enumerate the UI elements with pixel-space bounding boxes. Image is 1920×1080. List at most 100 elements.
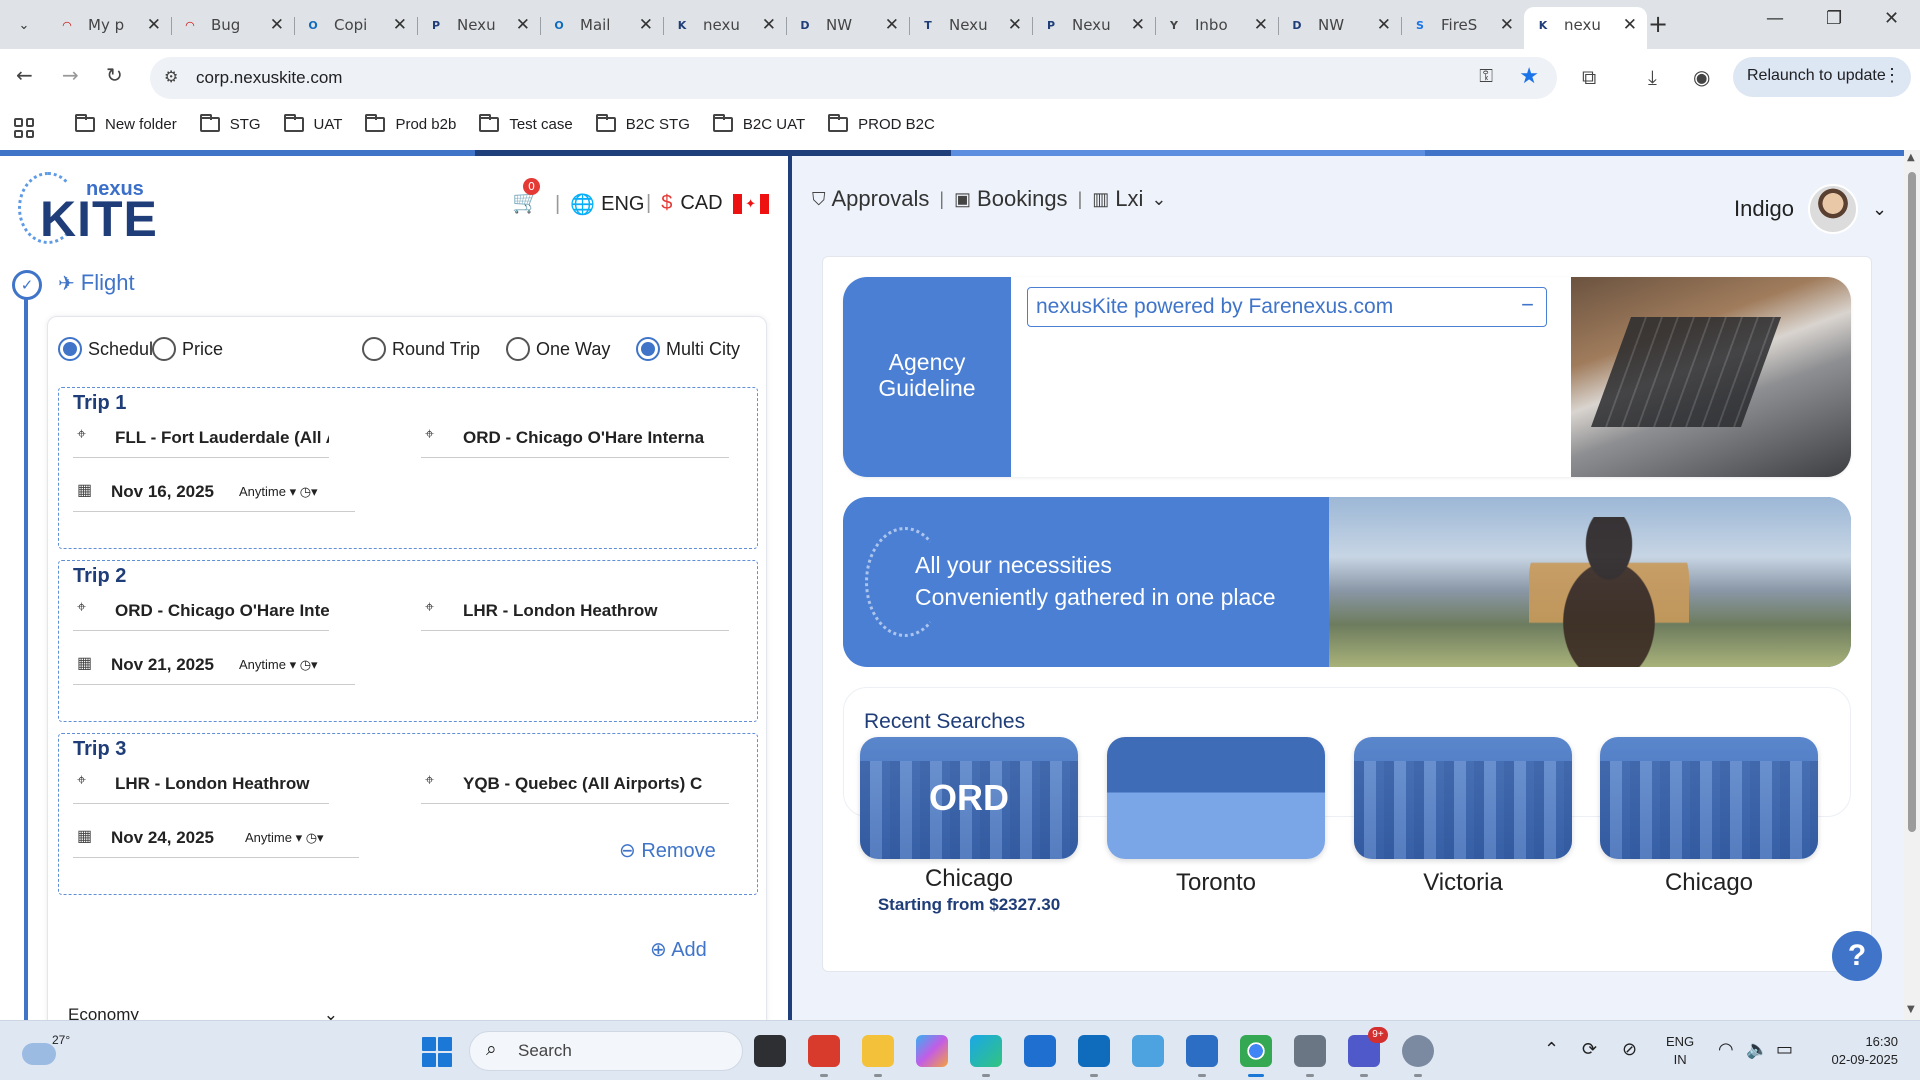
wifi-icon[interactable]: ◠ bbox=[1718, 1039, 1734, 1060]
bookmark-folder[interactable]: PROD B2C bbox=[828, 114, 935, 133]
destination-field[interactable]: ⌖ ORD - Chicago O'Hare Interna bbox=[421, 418, 729, 458]
notepad-icon[interactable] bbox=[1186, 1035, 1218, 1077]
weather-widget[interactable]: 27° bbox=[22, 1033, 70, 1065]
bookmark-folder[interactable]: Test case bbox=[479, 114, 573, 133]
store-icon[interactable] bbox=[1024, 1035, 1056, 1067]
network-tool-icon[interactable] bbox=[1132, 1035, 1164, 1067]
close-tab-icon[interactable]: ✕ bbox=[516, 15, 530, 35]
edge-icon[interactable] bbox=[970, 1035, 1002, 1077]
nav-bookings[interactable]: ▣ Bookings bbox=[954, 186, 1068, 212]
close-tab-icon[interactable]: ✕ bbox=[639, 15, 653, 35]
url-text[interactable]: corp.nexuskite.com bbox=[196, 68, 342, 88]
profile-icon[interactable]: ◉ bbox=[1693, 65, 1710, 89]
file-explorer-icon[interactable] bbox=[862, 1035, 894, 1077]
close-tab-icon[interactable]: ✕ bbox=[147, 15, 161, 35]
start-button[interactable] bbox=[422, 1037, 452, 1067]
remove-trip-button[interactable]: ⊖ Remove bbox=[619, 838, 716, 863]
scroll-up-icon[interactable]: ▲ bbox=[1907, 152, 1915, 163]
bookmark-folder[interactable]: B2C UAT bbox=[712, 114, 805, 133]
close-tab-icon[interactable]: ✕ bbox=[393, 15, 407, 35]
close-tab-icon[interactable]: ✕ bbox=[1500, 15, 1514, 35]
destination-field[interactable]: ⌖ YQB - Quebec (All Airports) C bbox=[421, 764, 729, 804]
password-key-icon[interactable]: ⚿ bbox=[1479, 66, 1493, 87]
origin-field[interactable]: ⌖ FLL - Fort Lauderdale (All Airp bbox=[73, 418, 329, 458]
browser-tab[interactable]: D NW ✕ bbox=[1278, 7, 1401, 43]
mode-price-radio[interactable]: Price bbox=[152, 337, 223, 361]
close-tab-icon[interactable]: ✕ bbox=[885, 15, 899, 35]
close-tab-icon[interactable]: ✕ bbox=[270, 15, 284, 35]
site-info-icon[interactable]: ⚙ bbox=[164, 67, 178, 86]
browser-tab[interactable]: P Nexu ✕ bbox=[417, 7, 540, 43]
nav-lxi[interactable]: ▥ Lxi ⌄ bbox=[1092, 186, 1166, 212]
maximize-button[interactable]: ❐ bbox=[1826, 8, 1842, 29]
sync-icon[interactable]: ⟳ bbox=[1582, 1039, 1597, 1060]
close-tab-icon[interactable]: ✕ bbox=[1377, 15, 1391, 35]
cabin-class-select[interactable]: Economy ⌄ bbox=[68, 1005, 338, 1020]
browser-tab[interactable]: Knexu ✕ bbox=[1524, 7, 1647, 49]
time-selector[interactable]: Anytime ▾ ◷▾ bbox=[239, 657, 318, 673]
system-clock[interactable]: 16:30 02-09-2025 bbox=[1818, 1033, 1899, 1069]
mode-schedule-radio[interactable]: Schedule bbox=[58, 337, 163, 361]
battery-icon[interactable]: ▭ bbox=[1776, 1039, 1793, 1060]
close-tab-icon[interactable]: ✕ bbox=[1254, 15, 1268, 35]
one-way-radio[interactable]: One Way bbox=[506, 337, 610, 361]
recent-search-card[interactable]: Chicago bbox=[1600, 737, 1818, 897]
extensions-icon[interactable]: ⧉ bbox=[1582, 65, 1596, 89]
page-scrollbar[interactable]: ▲ ▼ bbox=[1904, 150, 1920, 1020]
taskbar-search[interactable]: ⌕ Search bbox=[469, 1031, 743, 1071]
browser-tab[interactable]: ◠ My p ✕ bbox=[48, 7, 171, 43]
nexuskite-logo[interactable]: nexus KITE bbox=[18, 172, 158, 247]
browser-tab[interactable]: O Mail ✕ bbox=[540, 7, 663, 43]
collapse-icon[interactable]: − bbox=[1521, 292, 1534, 318]
task-view-icon[interactable] bbox=[754, 1035, 786, 1067]
multi-city-radio[interactable]: Multi City bbox=[636, 337, 740, 361]
browser-tab[interactable]: O Copi ✕ bbox=[294, 7, 417, 43]
time-selector[interactable]: Anytime ▾ ◷▾ bbox=[245, 830, 324, 846]
scroll-thumb[interactable] bbox=[1908, 172, 1916, 832]
volume-icon[interactable]: 🔈 bbox=[1746, 1039, 1768, 1060]
browser-tab[interactable]: S FireS ✕ bbox=[1401, 7, 1524, 43]
menu-dots-icon[interactable]: ⋮ bbox=[1883, 65, 1901, 86]
address-bar[interactable]: ⚙ corp.nexuskite.com ⚿ ★ bbox=[150, 57, 1557, 99]
bookmark-folder[interactable]: B2C STG bbox=[595, 114, 690, 133]
chevron-up-icon[interactable]: ⌃ bbox=[1544, 1039, 1559, 1060]
close-tab-icon[interactable]: ✕ bbox=[1131, 15, 1145, 35]
tab-search-button[interactable]: ⌄ bbox=[8, 10, 40, 40]
browser-tab[interactable]: P Nexu ✕ bbox=[1032, 7, 1155, 43]
bookmark-folder[interactable]: UAT bbox=[283, 114, 342, 133]
relaunch-button[interactable]: Relaunch to update ⋮ bbox=[1733, 57, 1911, 97]
recent-search-card[interactable]: Victoria bbox=[1354, 737, 1572, 897]
origin-field[interactable]: ⌖ LHR - London Heathrow bbox=[73, 764, 329, 804]
scroll-down-icon[interactable]: ▼ bbox=[1907, 1004, 1915, 1015]
language-selector[interactable]: | 🌐 ENG bbox=[555, 192, 644, 217]
recent-search-card[interactable]: ORD Chicago Starting from $2327.30 bbox=[860, 737, 1078, 915]
input-language-indicator[interactable]: ENG IN bbox=[1666, 1033, 1694, 1069]
minimize-button[interactable]: — bbox=[1766, 8, 1784, 29]
network-off-icon[interactable]: ⊘ bbox=[1622, 1039, 1637, 1060]
copilot-icon[interactable] bbox=[916, 1035, 948, 1067]
teams-icon[interactable]: 9+ bbox=[1348, 1027, 1388, 1077]
browser-tab[interactable]: T Nexu ✕ bbox=[909, 7, 1032, 43]
browser-tab[interactable]: ◠ Bug ✕ bbox=[171, 7, 294, 43]
close-tab-icon[interactable]: ✕ bbox=[1008, 15, 1022, 35]
close-window-button[interactable]: ✕ bbox=[1884, 8, 1899, 29]
help-button[interactable]: ? bbox=[1832, 931, 1882, 981]
browser-tab[interactable]: D NW ✕ bbox=[786, 7, 909, 43]
close-tab-icon[interactable]: ✕ bbox=[1623, 15, 1637, 35]
settings-icon[interactable] bbox=[1402, 1035, 1434, 1077]
forward-button[interactable]: → bbox=[62, 63, 79, 87]
wps-office-icon[interactable] bbox=[808, 1035, 840, 1077]
bookmark-folder[interactable]: Prod b2b bbox=[365, 114, 456, 133]
download-icon[interactable]: ⤓ bbox=[1648, 65, 1657, 89]
round-trip-radio[interactable]: Round Trip bbox=[362, 337, 480, 361]
nav-approvals[interactable]: ⛉ Approvals bbox=[812, 186, 929, 212]
reload-button[interactable]: ↻ bbox=[106, 63, 123, 87]
apps-grid-icon[interactable] bbox=[14, 118, 34, 138]
destination-field[interactable]: ⌖ LHR - London Heathrow bbox=[421, 591, 729, 631]
outlook-icon[interactable] bbox=[1078, 1035, 1110, 1077]
bookmark-folder[interactable]: New folder bbox=[75, 114, 177, 133]
browser-tab[interactable]: Y Inbo ✕ bbox=[1155, 7, 1278, 43]
recent-search-card[interactable]: Toronto bbox=[1107, 737, 1325, 897]
bookmark-folder[interactable]: STG bbox=[199, 114, 261, 133]
currency-selector[interactable]: | $ CAD ✦ bbox=[646, 192, 769, 215]
